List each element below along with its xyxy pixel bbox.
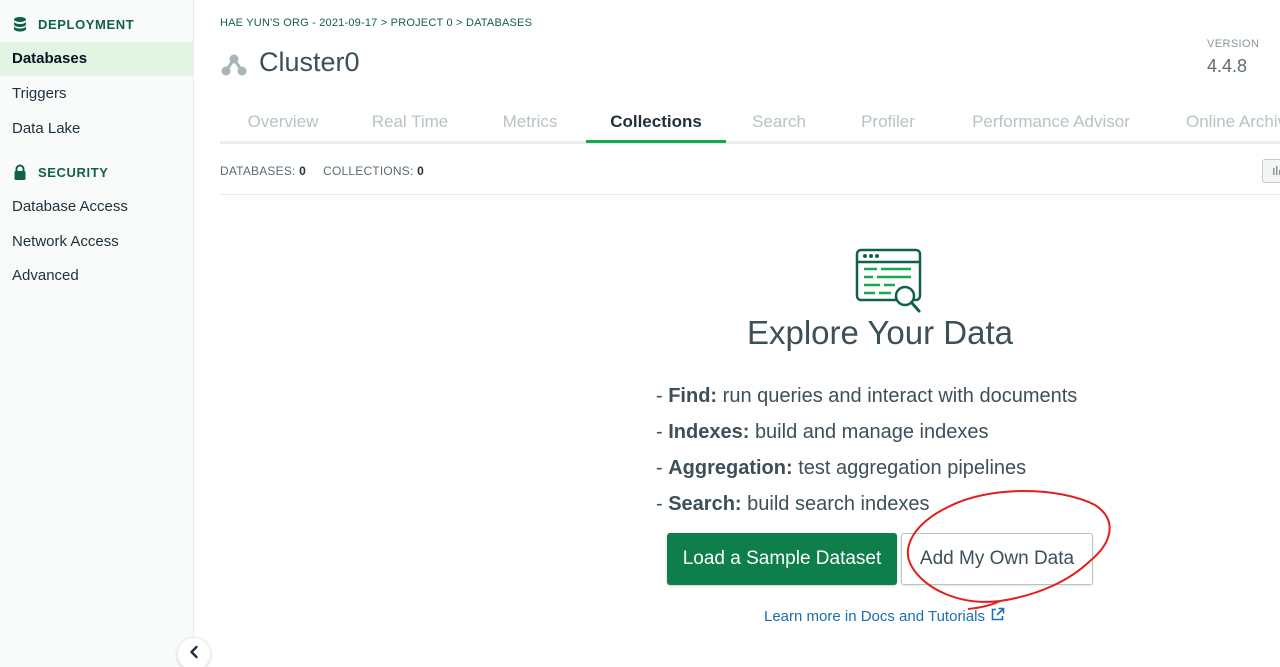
breadcrumb-separator: > (456, 17, 463, 29)
learn-more-link[interactable]: Learn more in Docs and Tutorials (764, 607, 1005, 626)
database-icon (12, 16, 28, 33)
security-section-header: SECURITY (12, 164, 109, 181)
feature-desc: build search indexes (747, 493, 930, 515)
tab-collections[interactable]: Collections (586, 104, 726, 143)
sidebar-item-network-access[interactable]: Network Access (0, 225, 193, 259)
page-title: Cluster0 (259, 47, 360, 77)
bar-chart-icon (1263, 166, 1280, 186)
sidebar-item-advanced[interactable]: Advanced (0, 259, 193, 293)
tab-online-archive[interactable]: Online Archive (1158, 104, 1280, 144)
chevron-left-icon (188, 645, 200, 664)
empty-state-title: Explore Your Data (746, 314, 1013, 351)
feature-desc: run queries and interact with documents (722, 385, 1078, 407)
deployment-header-label: DEPLOYMENT (38, 17, 135, 32)
databases-count-label: DATABASES: (220, 164, 296, 178)
learn-more-label: Learn more in Docs and Tutorials (764, 608, 985, 625)
sidebar-item-data-lake[interactable]: Data Lake (0, 112, 193, 146)
divider (220, 194, 1280, 195)
deployment-section-header: DEPLOYMENT (12, 16, 134, 33)
feature-desc: test aggregation pipelines (798, 457, 1027, 479)
cluster-icon (221, 53, 247, 82)
feature-desc: build and manage indexes (754, 421, 989, 443)
sidebar-item-databases[interactable]: Databases (0, 42, 193, 76)
tab-metrics[interactable]: Metrics (474, 104, 586, 144)
sidebar: DEPLOYMENT Databases Triggers Data Lake … (0, 0, 211, 667)
tab-overview[interactable]: Overview (220, 104, 346, 144)
collections-count-label: COLLECTIONS: (323, 164, 414, 178)
add-my-own-data-button[interactable]: Add My Own Data (901, 533, 1093, 585)
breadcrumb-databases[interactable]: DATABASES (466, 17, 532, 29)
version-value: 4.4.8 (1207, 56, 1248, 76)
breadcrumb-project[interactable]: PROJECT 0 (391, 17, 453, 29)
breadcrumb-org[interactable]: HAE YUN'S ORG - 2021-09-17 (220, 17, 378, 29)
load-sample-dataset-button[interactable]: Load a Sample Dataset (667, 533, 897, 585)
tab-performance-advisor[interactable]: Performance Advisor (944, 104, 1158, 144)
breadcrumb-separator: > (380, 17, 388, 29)
data-explorer-icon (855, 248, 923, 321)
collapse-sidebar-button[interactable] (177, 637, 211, 667)
feature-item: - Indexes: build and manage indexes (656, 421, 989, 443)
feature-name: Find: (668, 385, 718, 407)
external-link-icon (990, 607, 1005, 626)
breadcrumb: HAE YUN'S ORG - 2021-09-17 > PROJECT 0 >… (220, 17, 532, 29)
feature-name: Aggregation: (668, 457, 793, 479)
security-header-label: SECURITY (38, 165, 109, 180)
feature-item: - Search: build search indexes (656, 493, 930, 515)
collection-stats: DATABASES: 0 COLLECTIONS: 0 (220, 164, 424, 178)
tab-profiler[interactable]: Profiler (832, 104, 944, 144)
databases-count-value: 0 (299, 164, 306, 178)
tab-bar: Overview Real Time Metrics Collections S… (220, 104, 1280, 144)
feature-item: - Find: run queries and interact with do… (656, 385, 1078, 407)
chart-view-button[interactable] (1262, 159, 1280, 183)
feature-item: - Aggregation: test aggregation pipeline… (656, 457, 1027, 479)
feature-name: Search: (668, 493, 742, 515)
sidebar-item-triggers[interactable]: Triggers (0, 77, 193, 111)
sidebar-item-database-access[interactable]: Database Access (0, 190, 193, 224)
lock-icon (12, 164, 28, 181)
tab-search[interactable]: Search (726, 104, 832, 144)
feature-name: Indexes: (668, 421, 750, 443)
feature-list: - Find: run queries and interact with do… (656, 378, 1077, 522)
collections-count-value: 0 (417, 164, 424, 178)
version-label: VERSION (1207, 38, 1260, 50)
tab-real-time[interactable]: Real Time (346, 104, 474, 144)
